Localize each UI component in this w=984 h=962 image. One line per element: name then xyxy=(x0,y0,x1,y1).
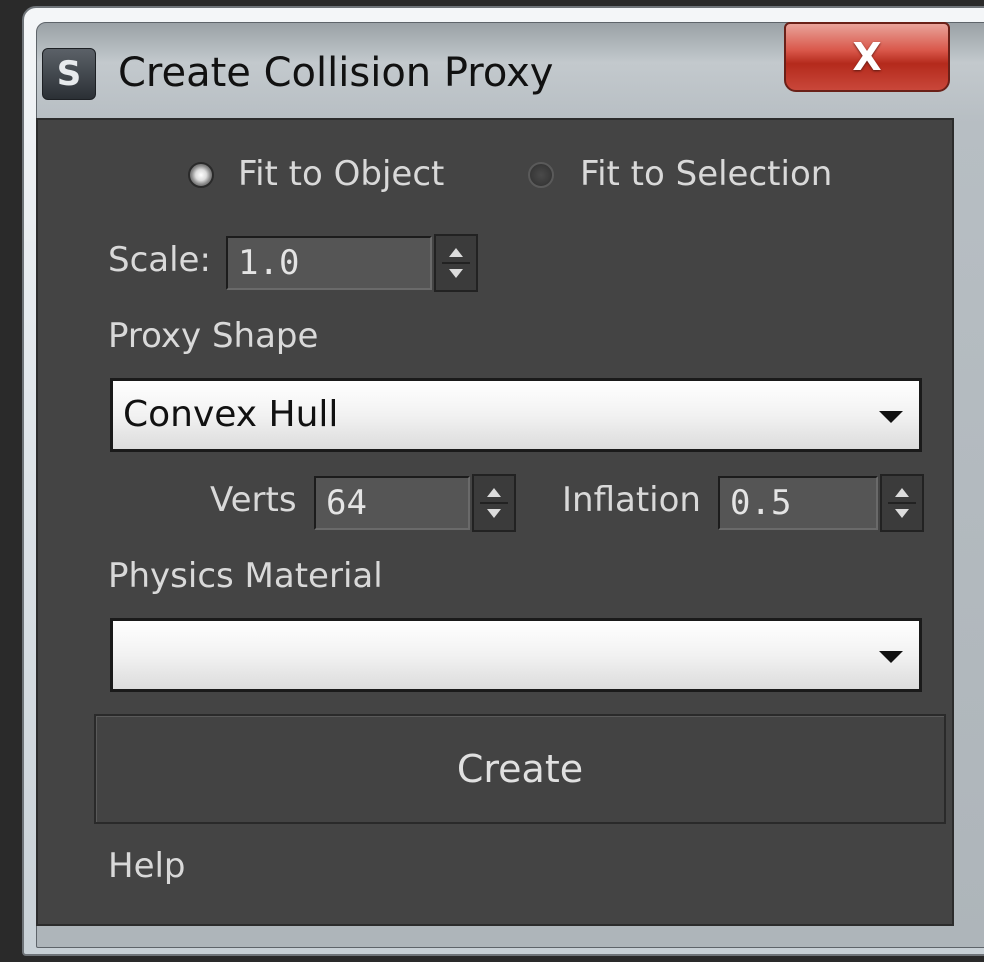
verts-label: Verts xyxy=(210,480,297,520)
spinner-up-icon xyxy=(895,488,909,497)
create-button[interactable]: Create xyxy=(94,714,946,824)
physics-material-label: Physics Material xyxy=(108,556,383,596)
scale-spinner[interactable] xyxy=(434,234,478,292)
inflation-input[interactable]: 0.5 xyxy=(718,476,878,530)
chevron-down-icon xyxy=(879,411,903,423)
radio-fit-to-object[interactable] xyxy=(188,162,214,188)
spinner-up-icon xyxy=(487,488,501,497)
close-button[interactable]: X xyxy=(784,22,950,92)
verts-input[interactable]: 64 xyxy=(314,476,470,530)
physics-material-dropdown[interactable] xyxy=(110,618,922,692)
inflation-spinner[interactable] xyxy=(880,474,924,532)
inflation-label: Inflation xyxy=(562,480,701,520)
close-icon: X xyxy=(852,35,882,79)
verts-spinner[interactable] xyxy=(472,474,516,532)
proxy-shape-label: Proxy Shape xyxy=(108,316,319,356)
window-title: Create Collision Proxy xyxy=(118,50,554,96)
radio-fit-to-selection[interactable] xyxy=(528,162,554,188)
scale-input[interactable]: 1.0 xyxy=(226,236,432,290)
scale-label: Scale: xyxy=(108,240,211,280)
app-logo-icon: S xyxy=(42,48,96,100)
help-link[interactable]: Help xyxy=(108,846,186,886)
spinner-down-icon xyxy=(449,269,463,278)
proxy-shape-selected: Convex Hull xyxy=(123,394,339,435)
proxy-shape-dropdown[interactable]: Convex Hull xyxy=(110,378,922,452)
spinner-up-icon xyxy=(449,248,463,257)
spinner-down-icon xyxy=(895,509,909,518)
spinner-down-icon xyxy=(487,509,501,518)
chevron-down-icon xyxy=(879,651,903,663)
radio-fit-to-selection-label[interactable]: Fit to Selection xyxy=(580,154,832,194)
create-button-label: Create xyxy=(456,747,584,791)
radio-fit-to-object-label[interactable]: Fit to Object xyxy=(238,154,444,194)
